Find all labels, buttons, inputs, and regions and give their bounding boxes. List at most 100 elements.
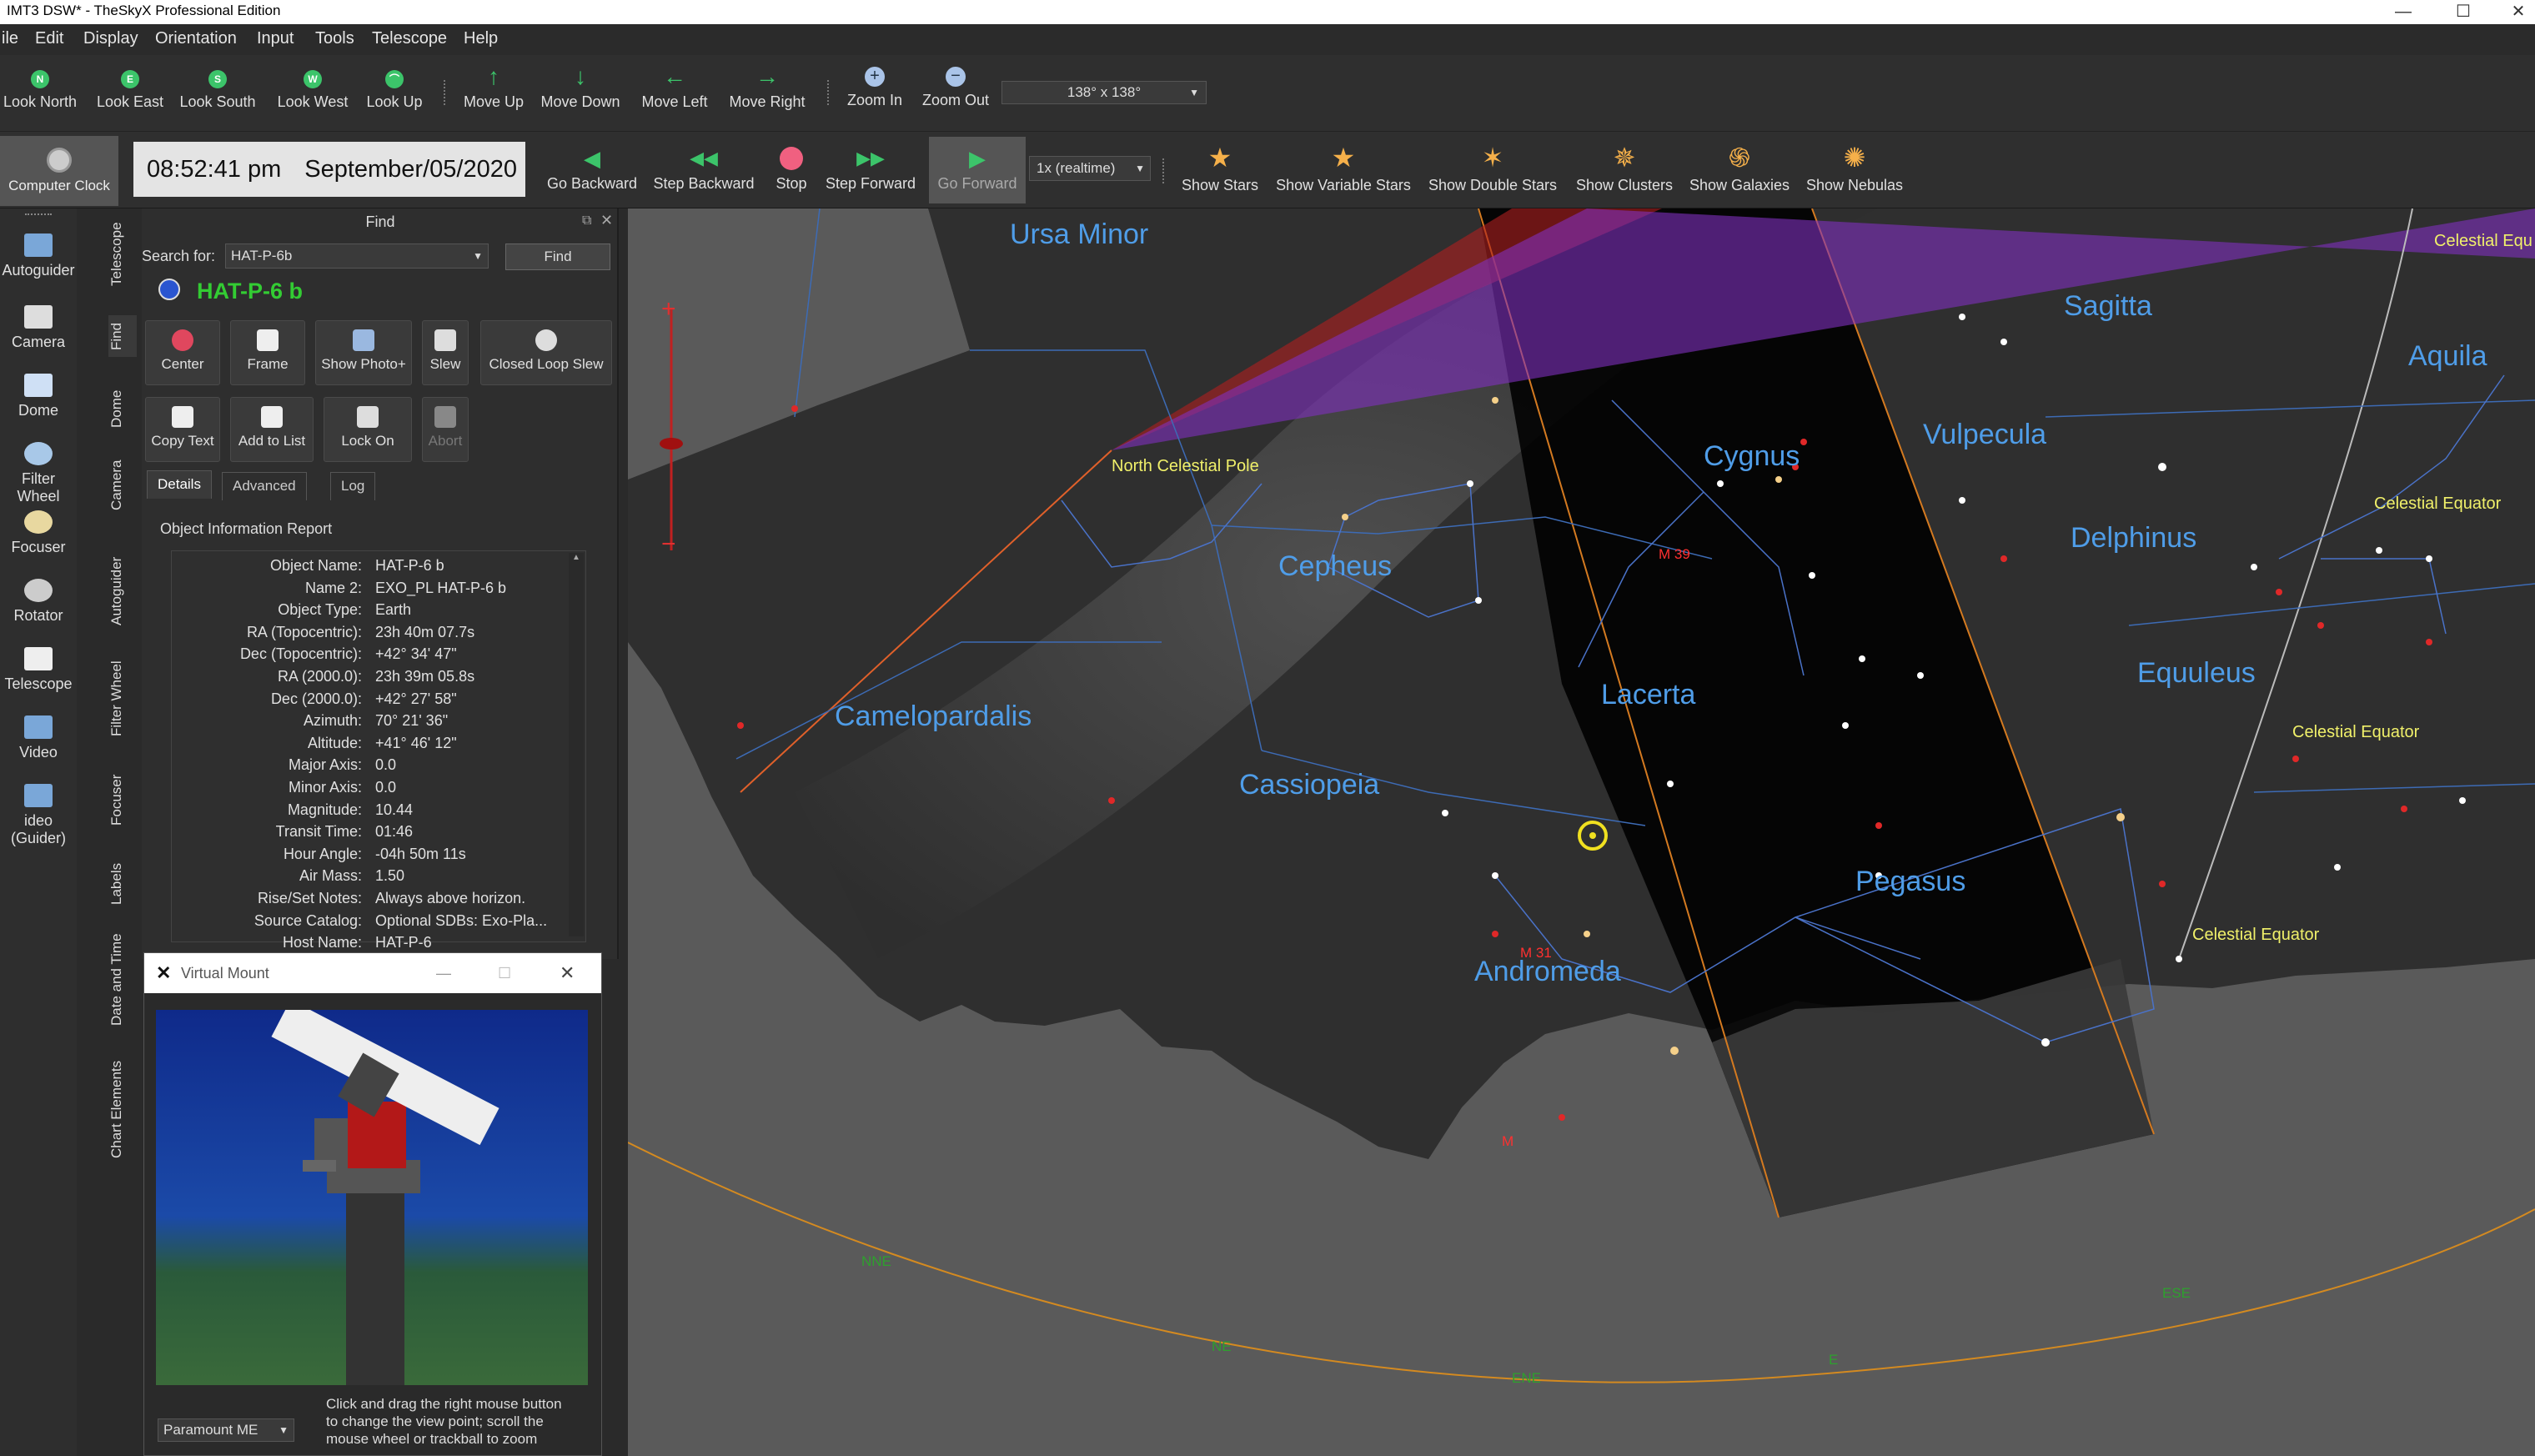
sidebar-item-video-guider[interactable]: ideo (Guider) <box>0 784 77 847</box>
tab-focuser[interactable]: Focuser <box>108 762 137 837</box>
mount-3d-view[interactable] <box>156 1010 588 1385</box>
zoom-plus-icon[interactable]: + <box>661 295 676 323</box>
tab-autoguider[interactable]: Autoguider <box>108 545 137 637</box>
virtual-mount-titlebar: ✕ Virtual Mount — ☐ ✕ <box>144 953 601 993</box>
zoom-slider-thumb[interactable] <box>660 438 683 449</box>
frame-button[interactable]: Frame <box>230 320 305 385</box>
compass-s-icon: S <box>208 70 227 88</box>
field-of-view-select[interactable]: 138° x 138° ▼ <box>1001 81 1207 104</box>
show-double-stars-button[interactable]: ✶ Show Double Stars <box>1428 143 1558 194</box>
center-button[interactable]: Center <box>145 320 220 385</box>
tab-filter-wheel[interactable]: Filter Wheel <box>108 649 137 749</box>
date-time-display[interactable]: 08:52:41 pm September/05/2020 <box>133 142 525 197</box>
menu-tools[interactable]: Tools <box>315 29 354 48</box>
move-down-button[interactable]: ↓ Move Down <box>540 65 620 111</box>
tab-telescope[interactable]: Telescope <box>108 217 137 292</box>
maximize-icon[interactable]: ☐ <box>2438 0 2488 24</box>
move-left-button[interactable]: ← Move Left <box>639 65 710 111</box>
look-up-button[interactable]: ⌒ Look Up <box>364 70 425 111</box>
tab-labels[interactable]: Labels <box>108 851 137 917</box>
sidebar-item-camera[interactable]: Camera <box>0 305 77 351</box>
sidebar-item-dome[interactable]: Dome <box>0 374 77 419</box>
variable-star-icon: ★ <box>1331 143 1356 173</box>
close-icon[interactable]: ✕ <box>2493 0 2535 24</box>
menu-file[interactable]: ile <box>2 29 18 48</box>
object-title: HAT-P-6 b <box>197 279 303 304</box>
close-icon[interactable]: ✕ <box>600 212 613 229</box>
drag-handle[interactable] <box>25 213 52 218</box>
sky-chart[interactable]: + − Ursa Minor Sagitta Aquila Cygnus Vul… <box>628 208 2535 1456</box>
step-backward-button[interactable]: ◀◀ Step Backward <box>652 147 755 193</box>
look-west-button[interactable]: W Look West <box>274 70 352 111</box>
tab-date-and-time[interactable]: Date and Time <box>108 926 137 1034</box>
move-up-button[interactable]: ↑ Move Up <box>460 65 527 111</box>
show-galaxies-button[interactable]: ֍ Show Galaxies <box>1689 143 1790 194</box>
closed-loop-slew-button[interactable]: Closed Loop Slew <box>480 320 612 385</box>
focuser-icon <box>24 510 53 534</box>
stop-button[interactable]: Stop <box>772 147 811 193</box>
tab-log[interactable]: Log <box>330 472 376 500</box>
show-clusters-button[interactable]: ✵ Show Clusters <box>1574 143 1674 194</box>
sidebar-item-video[interactable]: Video <box>0 715 77 761</box>
sidebar-item-filter-wheel[interactable]: Filter Wheel <box>0 442 77 505</box>
look-south-button[interactable]: S Look South <box>178 70 257 111</box>
look-east-button[interactable]: E Look East <box>93 70 167 111</box>
show-photo-button[interactable]: Show Photo+ <box>315 320 412 385</box>
virtual-mount-window: ✕ Virtual Mount — ☐ ✕ Paramount ME ▼ Clic… <box>143 952 602 1456</box>
report-title: Object Information Report <box>160 520 333 537</box>
menu-orientation[interactable]: Orientation <box>155 29 237 48</box>
zoom-minus-icon[interactable]: − <box>661 530 676 558</box>
report-row: Host Name: HAT-P-6 <box>172 931 572 953</box>
tab-details[interactable]: Details <box>147 470 212 499</box>
menu-telescope[interactable]: Telescope <box>372 29 447 48</box>
move-right-button[interactable]: → Move Right <box>727 65 807 111</box>
arrow-left-icon: ← <box>663 63 686 89</box>
maximize-icon[interactable]: ☐ <box>498 953 511 993</box>
zoom-in-button[interactable]: + Zoom In <box>844 67 906 109</box>
menu-help[interactable]: Help <box>464 29 498 48</box>
label-celestial-equator-4: Celestial Equator <box>2192 926 2320 944</box>
look-north-button[interactable]: N Look North <box>3 70 77 111</box>
minimize-icon[interactable]: — <box>436 953 451 993</box>
menu-display[interactable]: Display <box>83 29 138 48</box>
zoom-out-button[interactable]: − Zoom Out <box>921 67 991 109</box>
sidebar-item-telescope[interactable]: Telescope <box>0 647 77 693</box>
float-icon[interactable]: ⧉ <box>582 213 591 228</box>
tab-advanced[interactable]: Advanced <box>222 472 307 500</box>
add-to-list-button[interactable]: Add to List <box>230 397 314 462</box>
step-forward-button[interactable]: ▶▶ Step Forward <box>824 147 917 193</box>
computer-clock-button[interactable]: Computer Clock <box>0 136 118 206</box>
time-rate-select[interactable]: 1x (realtime) ▼ <box>1029 156 1151 181</box>
abort-button[interactable]: Abort <box>422 397 469 462</box>
report-row: Azimuth: 70° 21' 36" <box>172 710 572 731</box>
minimize-icon[interactable]: — <box>2378 0 2428 24</box>
sky-chart-svg[interactable]: + − Ursa Minor Sagitta Aquila Cygnus Vul… <box>628 208 2535 1456</box>
find-button[interactable]: Find <box>505 244 610 270</box>
copy-text-button[interactable]: Copy Text <box>145 397 220 462</box>
report-row-value: 10.44 <box>375 801 414 818</box>
go-forward-button[interactable]: ▶ Go Forward <box>929 137 1026 203</box>
go-backward-button[interactable]: ◀ Go Backward <box>547 147 637 193</box>
tab-dome[interactable]: Dome <box>108 384 137 434</box>
sidebar-item-focuser[interactable]: Focuser <box>0 510 77 556</box>
mount-model-select[interactable]: Paramount ME ▼ <box>158 1418 294 1442</box>
show-variable-stars-button[interactable]: ★ Show Variable Stars <box>1276 143 1411 194</box>
sidebar-item-autoguider[interactable]: Autoguider <box>0 233 77 279</box>
zoom-out-icon: − <box>946 67 966 87</box>
tab-chart-elements[interactable]: Chart Elements <box>108 1051 137 1167</box>
report-row-value: 01:46 <box>375 823 414 841</box>
show-nebulas-button[interactable]: ✺ Show Nebulas <box>1805 143 1905 194</box>
menu-input[interactable]: Input <box>257 29 294 48</box>
report-scrollbar[interactable]: ▲ <box>569 553 584 936</box>
tab-camera[interactable]: Camera <box>108 452 137 519</box>
slew-button[interactable]: Slew <box>422 320 469 385</box>
lock-on-button[interactable]: Lock On <box>324 397 412 462</box>
scroll-up-icon[interactable]: ▲ <box>569 553 584 562</box>
sidebar-item-rotator[interactable]: Rotator <box>0 579 77 625</box>
menu-edit[interactable]: Edit <box>35 29 63 48</box>
abort-icon <box>434 406 456 428</box>
show-stars-button[interactable]: ★ Show Stars <box>1181 143 1259 194</box>
tab-find[interactable]: Find <box>108 315 137 357</box>
search-input[interactable]: HAT-P-6b ▼ <box>225 244 489 269</box>
close-icon[interactable]: ✕ <box>560 953 575 993</box>
